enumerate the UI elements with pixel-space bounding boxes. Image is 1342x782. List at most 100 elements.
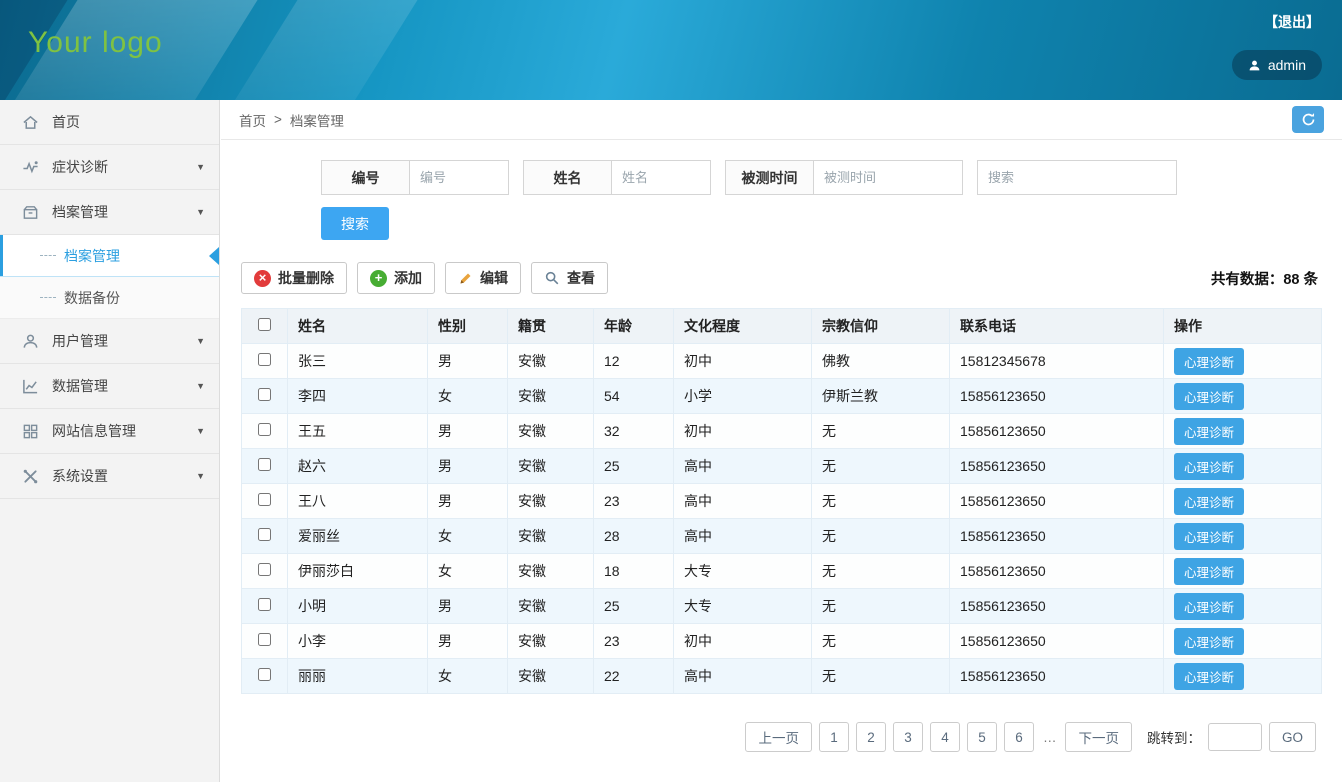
action-cell: 心理诊断 [1164, 659, 1322, 694]
table-cell: 15812345678 [950, 344, 1164, 379]
diagnose-button[interactable]: 心理诊断 [1174, 628, 1244, 655]
table-row: 小李男安徽23初中无15856123650心理诊断 [242, 624, 1322, 659]
sidebar-item-label: 档案管理 [52, 202, 184, 222]
row-checkbox-cell [242, 589, 288, 624]
sidebar-menu: 首页症状诊断▼档案管理▼档案管理数据备份用户管理▼数据管理▼网站信息管理▼系统设… [0, 100, 219, 499]
next-page-button[interactable]: 下一页 [1065, 722, 1132, 752]
sidebar-item-3[interactable]: 用户管理▼ [0, 319, 219, 364]
table-cell: 安徽 [508, 554, 594, 589]
table-cell: 小学 [674, 379, 812, 414]
search-field-2: 被测时间 [725, 160, 963, 195]
add-icon: + [370, 270, 387, 287]
table-cell: 安徽 [508, 589, 594, 624]
view-button[interactable]: 查看 [531, 262, 608, 294]
logout-link[interactable]: 【退出】 [1264, 12, 1320, 32]
sidebar-subitem-0[interactable]: 档案管理 [0, 235, 219, 277]
search-field-3 [977, 160, 1177, 195]
search-input-3[interactable] [977, 160, 1177, 195]
row-checkbox[interactable] [258, 388, 271, 401]
action-cell: 心理诊断 [1164, 519, 1322, 554]
sidebar-subitem-1[interactable]: 数据备份 [0, 277, 219, 319]
table-cell: 男 [428, 624, 508, 659]
table-cell: 安徽 [508, 624, 594, 659]
table-cell: 23 [594, 484, 674, 519]
select-all-checkbox[interactable] [258, 318, 271, 331]
prev-page-button[interactable]: 上一页 [745, 722, 812, 752]
breadcrumb-home[interactable]: 首页 [239, 110, 266, 130]
search-submit-button[interactable]: 搜索 [321, 207, 389, 240]
sidebar-item-5[interactable]: 网站信息管理▼ [0, 409, 219, 454]
diagnose-button[interactable]: 心理诊断 [1174, 348, 1244, 375]
jump-input[interactable] [1208, 723, 1262, 751]
main-panel: 首页 > 档案管理 编号姓名被测时间 搜索 ×批量删除+添加编辑查看 共有数据：… [221, 100, 1342, 782]
row-checkbox[interactable] [258, 423, 271, 436]
sidebar-item-2[interactable]: 档案管理▼ [0, 190, 219, 235]
table-cell: 15856123650 [950, 554, 1164, 589]
table-cell: 15856123650 [950, 519, 1164, 554]
page-button-2[interactable]: 2 [856, 722, 886, 752]
diagnose-button[interactable]: 心理诊断 [1174, 453, 1244, 480]
page-button-5[interactable]: 5 [967, 722, 997, 752]
row-checkbox-cell [242, 519, 288, 554]
page-button-1[interactable]: 1 [819, 722, 849, 752]
row-checkbox-cell [242, 449, 288, 484]
diagnose-button[interactable]: 心理诊断 [1174, 418, 1244, 445]
column-header-3: 年龄 [594, 309, 674, 344]
table-cell: 无 [812, 589, 950, 624]
table-row: 小明男安徽25大专无15856123650心理诊断 [242, 589, 1322, 624]
action-cell: 心理诊断 [1164, 484, 1322, 519]
row-checkbox[interactable] [258, 353, 271, 366]
sidebar: 首页症状诊断▼档案管理▼档案管理数据备份用户管理▼数据管理▼网站信息管理▼系统设… [0, 100, 220, 782]
sidebar-item-6[interactable]: 系统设置▼ [0, 454, 219, 499]
sidebar-item-0[interactable]: 首页 [0, 100, 219, 145]
table-cell: 25 [594, 589, 674, 624]
add-button[interactable]: +添加 [357, 262, 435, 294]
page-button-3[interactable]: 3 [893, 722, 923, 752]
diagnose-button[interactable]: 心理诊断 [1174, 593, 1244, 620]
table-cell: 28 [594, 519, 674, 554]
row-checkbox[interactable] [258, 458, 271, 471]
search-input-2[interactable] [813, 160, 963, 195]
search-field-label: 姓名 [523, 160, 611, 195]
sidebar-item-label: 网站信息管理 [52, 421, 184, 441]
table-row: 王八男安徽23高中无15856123650心理诊断 [242, 484, 1322, 519]
batch-delete-button[interactable]: ×批量删除 [241, 262, 347, 294]
header: Your logo 【退出】 admin [0, 0, 1342, 100]
table-cell: 伊丽莎白 [288, 554, 428, 589]
row-checkbox[interactable] [258, 528, 271, 541]
user-menu[interactable]: admin [1232, 50, 1322, 80]
go-button[interactable]: GO [1269, 722, 1316, 752]
diagnose-button[interactable]: 心理诊断 [1174, 558, 1244, 585]
sidebar-item-4[interactable]: 数据管理▼ [0, 364, 219, 409]
page-button-4[interactable]: 4 [930, 722, 960, 752]
sidebar-item-1[interactable]: 症状诊断 ▼ [0, 145, 219, 190]
edit-button[interactable]: 编辑 [445, 262, 521, 294]
table-cell: 女 [428, 379, 508, 414]
search-input-0[interactable] [409, 160, 509, 195]
row-checkbox[interactable] [258, 633, 271, 646]
refresh-button[interactable] [1292, 106, 1324, 133]
toolbar-button-label: 批量删除 [278, 268, 334, 288]
diagnose-button[interactable]: 心理诊断 [1174, 488, 1244, 515]
search-fields: 编号 姓名 被测时间 [321, 160, 1322, 195]
row-checkbox[interactable] [258, 493, 271, 506]
table-cell: 32 [594, 414, 674, 449]
sidebar-item-label: 症状诊断 [52, 157, 184, 177]
dash-decoration [40, 297, 56, 298]
page-button-6[interactable]: 6 [1004, 722, 1034, 752]
diagnose-button[interactable]: 心理诊断 [1174, 383, 1244, 410]
table-cell: 张三 [288, 344, 428, 379]
row-checkbox[interactable] [258, 668, 271, 681]
table-row: 伊丽莎白女安徽18大专无15856123650心理诊断 [242, 554, 1322, 589]
table-cell: 15856123650 [950, 484, 1164, 519]
diagnose-button[interactable]: 心理诊断 [1174, 663, 1244, 690]
diagnose-button[interactable]: 心理诊断 [1174, 523, 1244, 550]
search-input-1[interactable] [611, 160, 711, 195]
chevron-down-icon: ▼ [196, 162, 205, 172]
row-checkbox[interactable] [258, 598, 271, 611]
table-row: 张三男安徽12初中佛教15812345678心理诊断 [242, 344, 1322, 379]
search-field-0: 编号 [321, 160, 509, 195]
sidebar-item-label: 系统设置 [52, 466, 184, 486]
row-checkbox[interactable] [258, 563, 271, 576]
search-field-label: 编号 [321, 160, 409, 195]
